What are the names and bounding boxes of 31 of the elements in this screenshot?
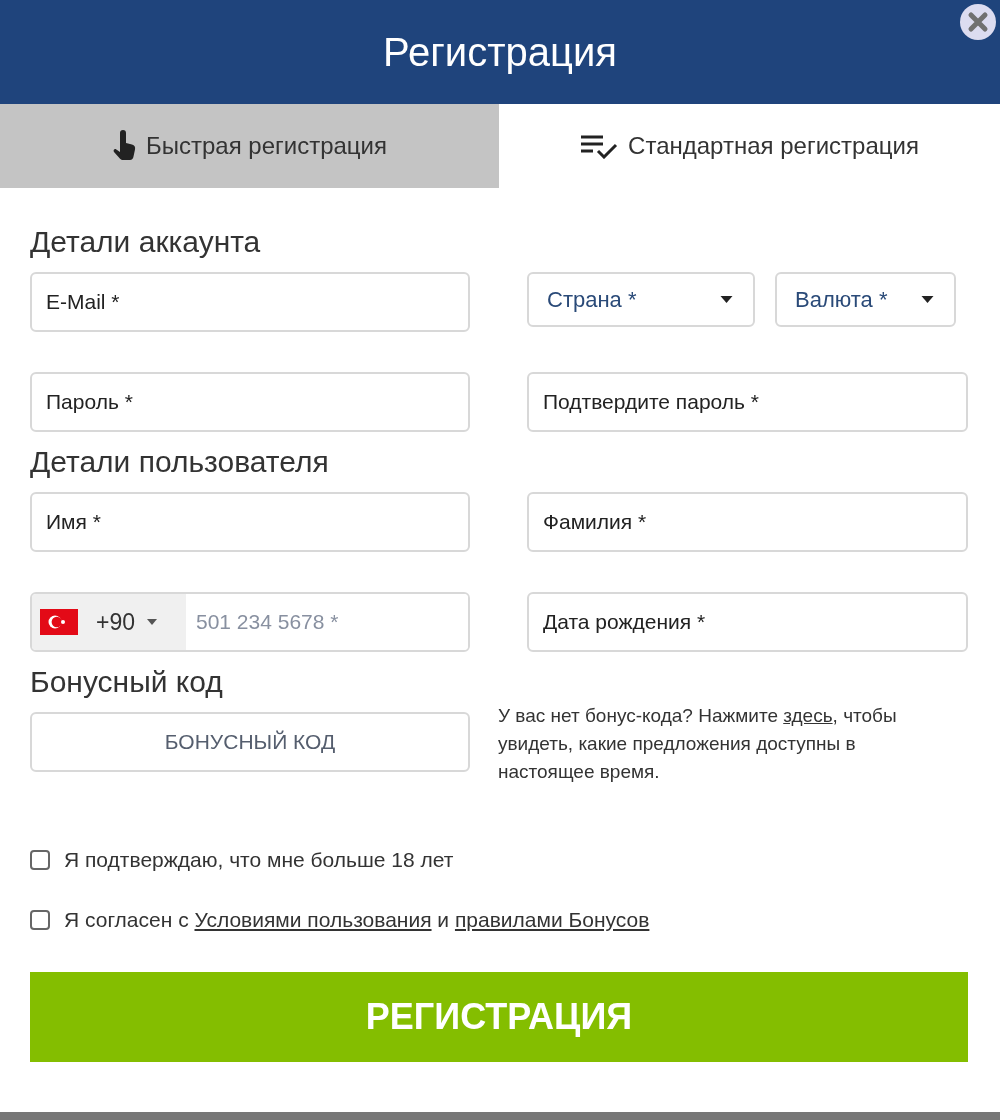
caret-icon (720, 296, 733, 303)
checkbox[interactable] (30, 850, 50, 870)
close-icon[interactable] (960, 4, 996, 40)
bonus-hint-text: У вас нет бонус-кода? Нажмите здесь, чтобы увидеть, какие предложения доступны в настоящее время. (498, 704, 898, 784)
tab[interactable]: Быстрая регистрация (0, 104, 499, 188)
terms-link[interactable]: правилами Бонусов (454, 908, 650, 931)
checkbox[interactable] (30, 910, 50, 930)
email-field[interactable]: E-Mail * (30, 272, 470, 332)
country-select[interactable]: Страна * (527, 272, 755, 327)
first-name-field[interactable]: Имя * (30, 492, 470, 552)
section-heading: Бонусный код (30, 664, 224, 700)
pointing-hand-icon (111, 129, 136, 163)
here-link[interactable]: здесь (783, 705, 833, 726)
section-heading: Детали пользователя (30, 444, 330, 480)
terms-link[interactable]: Условиями пользования (194, 908, 432, 931)
window-title: Регистрация (383, 29, 617, 75)
country-code-select[interactable]: +90 (32, 594, 186, 650)
caret-icon (921, 296, 934, 303)
flag-icon (40, 609, 78, 635)
bonus-code-field[interactable]: БОНУСНЫЙ КОД (30, 712, 470, 772)
consent-text: Я подтверждаю, что мне больше 18 лет (64, 848, 454, 872)
caret-icon (147, 619, 157, 625)
consent-text: Я согласен с Условиями пользования и правилами Бонусов (64, 908, 650, 932)
confirm-password-field[interactable]: Подтвердите пароль * (527, 372, 968, 432)
birth-date-field[interactable]: Дата рождения * (527, 592, 968, 652)
list-check-icon (580, 133, 619, 159)
currency-select[interactable]: Валюта * (775, 272, 956, 327)
last-name-field[interactable]: Фамилия * (527, 492, 968, 552)
password-field[interactable]: Пароль * (30, 372, 470, 432)
phone-field[interactable]: +90 501 234 5678 * (30, 592, 470, 652)
section-heading: Детали аккаунта (30, 224, 262, 260)
